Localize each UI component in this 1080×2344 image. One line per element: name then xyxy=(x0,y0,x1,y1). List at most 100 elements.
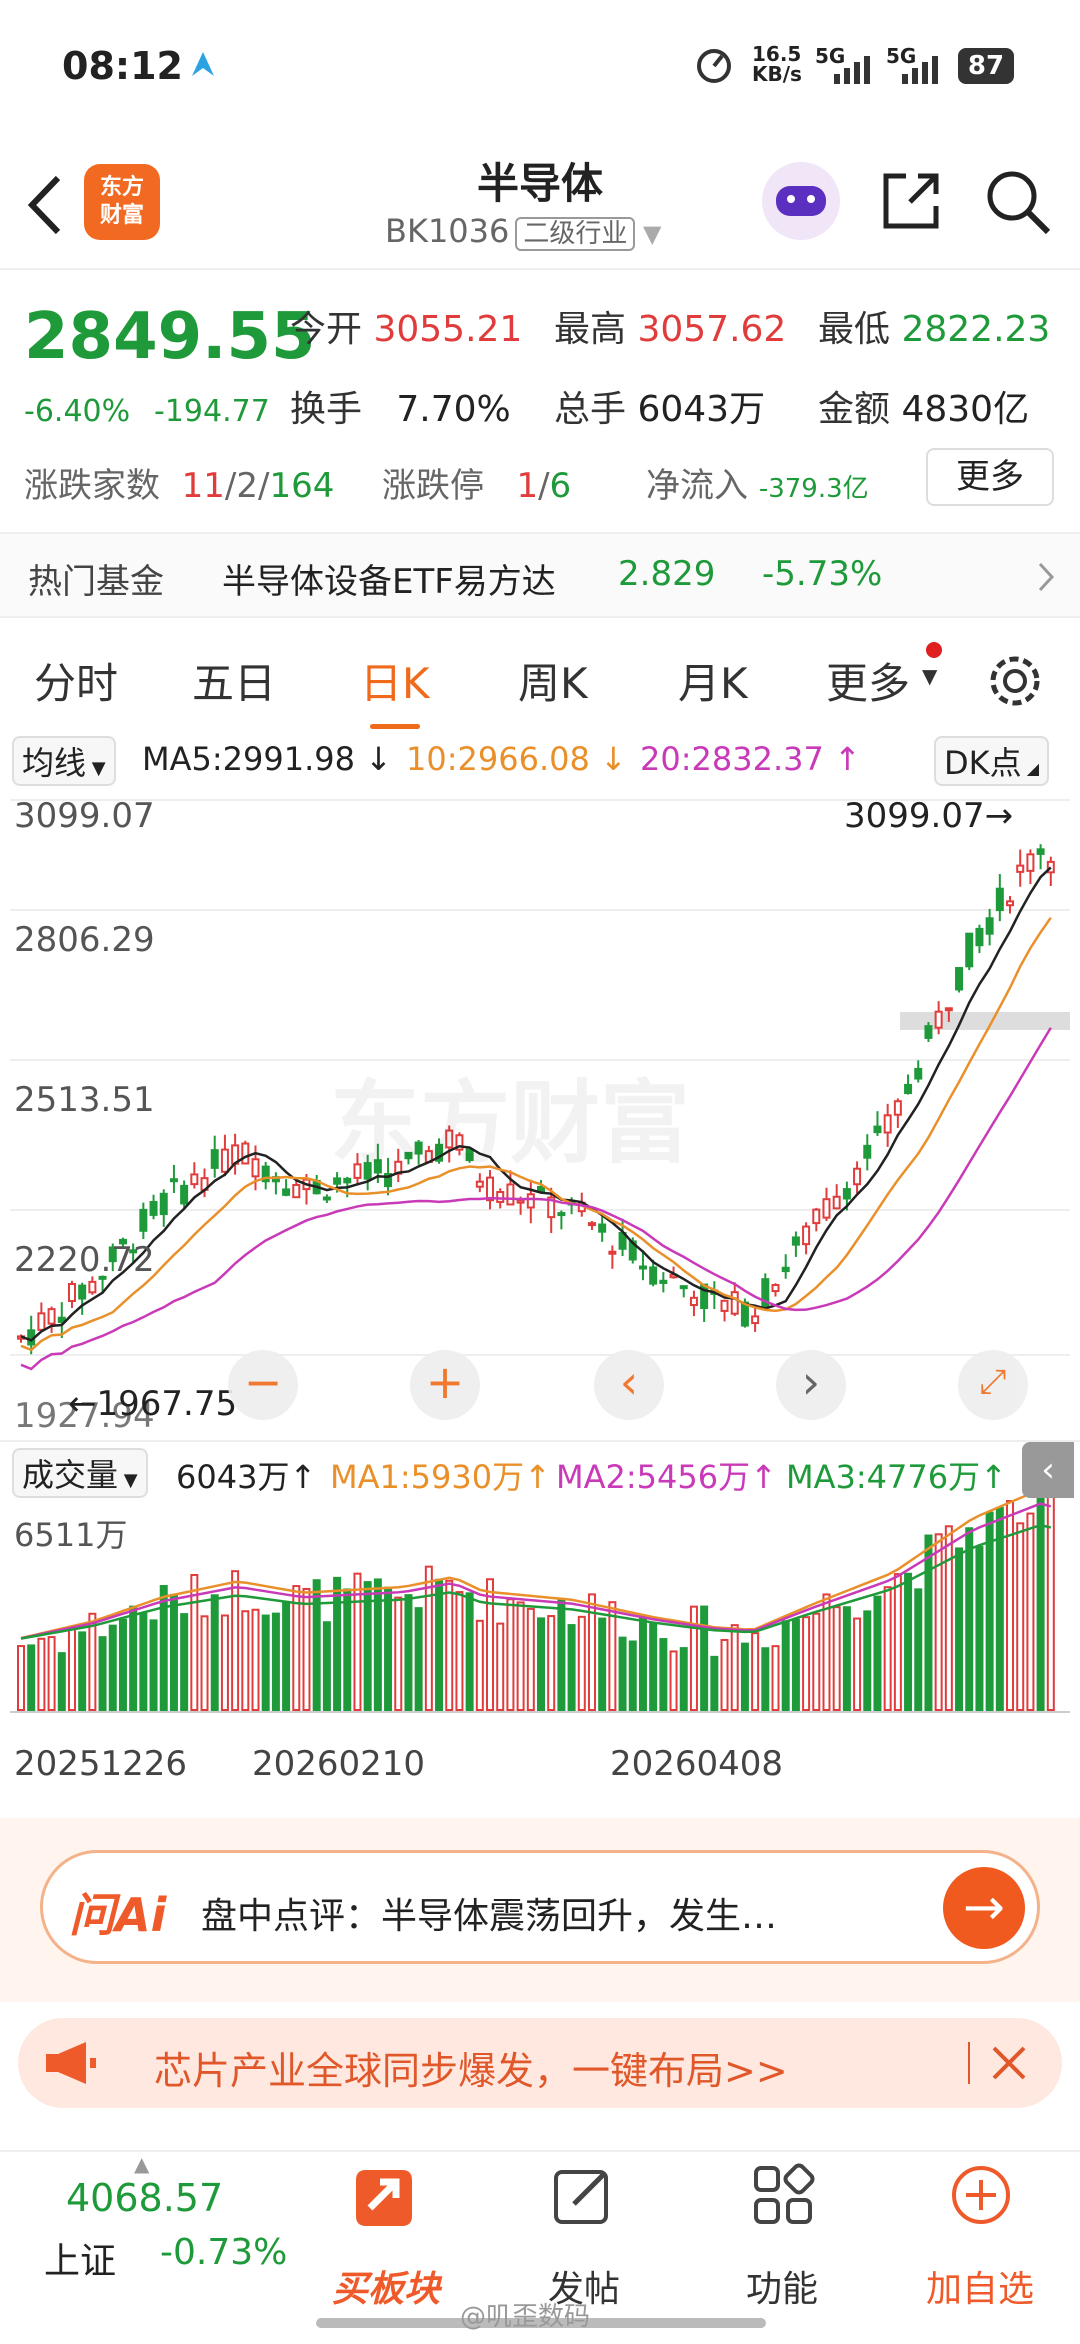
candle-body-48 xyxy=(506,1183,515,1206)
volume-selector[interactable]: 成交量 ▼ xyxy=(12,1448,148,1498)
volume-row: 成交量 ▼ 6043万↑ MA1:5930万↑ MA2:5456万↑ MA3:4… xyxy=(0,1440,1080,1498)
gear-icon[interactable] xyxy=(984,650,1046,712)
fund-price: 2.829 xyxy=(618,554,716,594)
close-icon[interactable] xyxy=(988,2042,1030,2084)
nav-function[interactable]: 功能 xyxy=(702,2260,862,2312)
candle-body-57 xyxy=(598,1223,607,1233)
more-button[interactable]: 更多 xyxy=(926,448,1054,506)
index-pct[interactable]: -0.73% xyxy=(160,2232,287,2273)
hot-fund-label: 热门基金 xyxy=(28,562,164,602)
candle-body-23 xyxy=(251,1158,260,1178)
volume-bar-89 xyxy=(924,1534,933,1712)
candle-body-72 xyxy=(751,1315,760,1325)
ma-row: 均线 ▼ MA5:2991.98 ↓ 10:2966.08 ↓ 20:2832.… xyxy=(0,732,1080,786)
candle-body-76 xyxy=(791,1236,800,1246)
fullscreen-icon[interactable]: ⤢ xyxy=(958,1350,1028,1420)
current-price: 2849.55 xyxy=(24,300,316,374)
share-icon[interactable] xyxy=(876,166,946,236)
volume-bar-86 xyxy=(893,1573,902,1711)
volume-bar-43 xyxy=(455,1591,464,1711)
candle-body-30 xyxy=(322,1196,331,1201)
scroll-right-icon[interactable]: › xyxy=(776,1350,846,1420)
index-up-arrow-icon: ▲ xyxy=(134,2152,150,2176)
volume-bar-59 xyxy=(618,1636,627,1711)
candle-body-13 xyxy=(149,1201,158,1216)
volume-bar-100 xyxy=(1036,1477,1045,1712)
function-grid-icon[interactable] xyxy=(750,2162,816,2228)
volume-bar-80 xyxy=(832,1606,841,1712)
volume-bar-29 xyxy=(312,1579,321,1711)
candle-body-96 xyxy=(995,887,1004,912)
tab-weekly-k[interactable]: 周K xyxy=(518,650,588,711)
arrow-right-icon[interactable]: → xyxy=(943,1867,1025,1949)
candle-body-100 xyxy=(1036,848,1045,855)
volume-bar-47 xyxy=(496,1622,505,1712)
search-icon[interactable] xyxy=(982,166,1054,238)
volume-bar-76 xyxy=(791,1618,800,1711)
min-price-label: ←1967.75 xyxy=(68,1384,238,1424)
candle-body-85 xyxy=(883,1114,892,1134)
period-tabs: 分时 五日 日K 周K 月K 更多 ▼ xyxy=(0,630,1080,730)
ai-comment-card[interactable]: 问Ai 盘中点评：半导体震荡回升，发生… → xyxy=(40,1850,1040,1964)
candle-body-82 xyxy=(853,1167,862,1186)
candle-body-93 xyxy=(965,932,974,968)
max-price-label: 3099.07→ xyxy=(844,796,1014,836)
nav-add-watchlist[interactable]: 加自选 xyxy=(900,2260,1060,2312)
candle-body-61 xyxy=(638,1265,647,1270)
ma-selector[interactable]: 均线 ▼ xyxy=(12,736,116,786)
volume-bar-64 xyxy=(669,1650,678,1711)
volume-bar-16 xyxy=(180,1613,189,1712)
volume-bar-28 xyxy=(302,1587,311,1712)
candle-body-16 xyxy=(180,1184,189,1205)
tab-5day[interactable]: 五日 xyxy=(192,650,276,711)
volume-bar-74 xyxy=(771,1645,780,1711)
header: 东方 财富 半导体 BK1036 二级行业 ▼ xyxy=(0,140,1080,270)
vol-ma2: MA2:5456万↑ xyxy=(556,1458,777,1496)
collapse-panel-icon[interactable]: ‹ xyxy=(1022,1442,1074,1498)
tab-more[interactable]: 更多 xyxy=(826,650,910,711)
volume-bar-8 xyxy=(98,1636,107,1711)
dk-point-button[interactable]: DK点 ◢ xyxy=(934,736,1050,786)
banner-text: 芯片产业全球同步爆发，一键布局>> xyxy=(154,2049,788,2093)
volume-bar-77 xyxy=(802,1616,811,1711)
low: 最低 2822.23 xyxy=(818,309,1051,350)
zoom-out-icon[interactable]: − xyxy=(228,1350,298,1420)
volume-bar-66 xyxy=(689,1605,698,1711)
promo-banner[interactable]: 芯片产业全球同步爆发，一键布局>> xyxy=(18,2018,1062,2108)
volume-bar-99 xyxy=(1026,1512,1035,1711)
candle-body-49 xyxy=(516,1199,525,1204)
tab-intraday[interactable]: 分时 xyxy=(34,650,118,711)
robot-assistant-icon[interactable] xyxy=(762,162,840,240)
fund-pct: -5.73% xyxy=(762,554,883,594)
volume-bar-12 xyxy=(139,1612,148,1711)
zoom-in-icon[interactable]: + xyxy=(410,1350,480,1420)
volume-bar-41 xyxy=(435,1578,444,1711)
volume-bar-78 xyxy=(812,1612,821,1712)
volume-bar-71 xyxy=(740,1642,749,1712)
volume-bar-45 xyxy=(475,1619,484,1712)
volume-bar-83 xyxy=(863,1610,872,1711)
volume-bar-63 xyxy=(659,1638,668,1711)
tab-monthly-k[interactable]: 月K xyxy=(678,650,748,711)
add-watchlist-icon[interactable] xyxy=(948,2162,1014,2228)
change-pct: -6.40% xyxy=(24,394,131,429)
volume-bar-50 xyxy=(526,1607,535,1711)
post-icon[interactable] xyxy=(550,2164,616,2230)
scroll-left-icon[interactable]: ‹ xyxy=(594,1350,664,1420)
tab-daily-k[interactable]: 日K xyxy=(360,650,430,729)
index-value[interactable]: 4068.57 xyxy=(66,2176,223,2220)
volume-bar-10 xyxy=(118,1618,127,1711)
volume-bar-60 xyxy=(628,1640,637,1711)
volume-bar-24 xyxy=(261,1614,270,1712)
volume-bar-7 xyxy=(88,1612,97,1712)
kline-chart[interactable] xyxy=(10,790,1070,1820)
hot-fund-bar[interactable]: 热门基金 半导体设备ETF易方达 2.829 -5.73% xyxy=(0,532,1080,618)
volume-bar-67 xyxy=(700,1605,709,1711)
volume-bar-98 xyxy=(1016,1522,1025,1711)
volume-bar-84 xyxy=(873,1595,882,1711)
index-name[interactable]: 上证 xyxy=(44,2232,116,2284)
buy-sector-icon[interactable] xyxy=(346,2162,426,2242)
nav-buy-sector[interactable]: 买板块 xyxy=(306,2260,466,2312)
volume-bar-69 xyxy=(720,1638,729,1711)
candle-body-94 xyxy=(975,927,984,947)
